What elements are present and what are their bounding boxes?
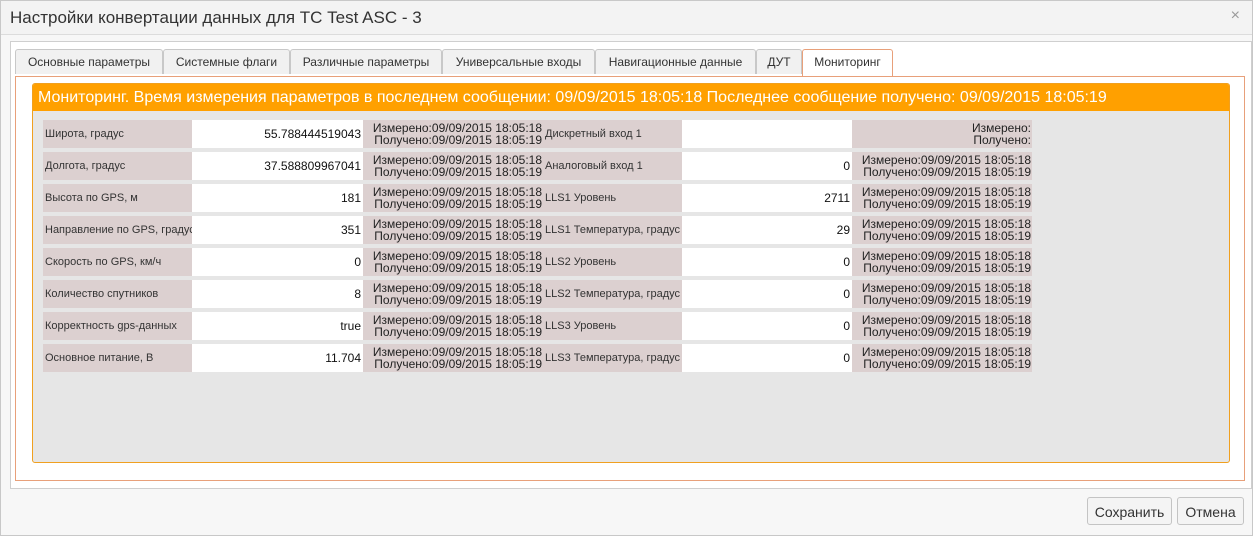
dialog-body: Основные параметры Системные флаги Разли… bbox=[10, 41, 1252, 489]
received-time: Получено:09/09/2015 18:05:19 bbox=[863, 261, 1031, 275]
param-timestamps: Измерено:09/09/2015 18:05:18 Получено:09/… bbox=[852, 280, 1032, 308]
tab-basic-params[interactable]: Основные параметры bbox=[15, 49, 163, 74]
received-time: Получено:09/09/2015 18:05:19 bbox=[374, 325, 542, 339]
param-value: 0 bbox=[682, 152, 852, 180]
param-label: Корректность gps-данных bbox=[43, 312, 192, 340]
param-value: 2711 bbox=[682, 184, 852, 212]
param-value: 181 bbox=[192, 184, 363, 212]
param-label: Широта, градус bbox=[43, 120, 192, 148]
received-time: Получено:09/09/2015 18:05:19 bbox=[863, 229, 1031, 243]
param-label: Количество спутников bbox=[43, 280, 192, 308]
param-label: Высота по GPS, м bbox=[43, 184, 192, 212]
param-timestamps: Измерено:09/09/2015 18:05:18 Получено:09/… bbox=[363, 248, 543, 276]
received-time: Получено:09/09/2015 18:05:19 bbox=[863, 165, 1031, 179]
param-label: LLS2 Уровень bbox=[543, 248, 682, 276]
param-timestamps: Измерено:09/09/2015 18:05:18 Получено:09/… bbox=[363, 184, 543, 212]
param-label: Основное питание, В bbox=[43, 344, 192, 372]
param-label: Скорость по GPS, км/ч bbox=[43, 248, 192, 276]
tab-navigation-data[interactable]: Навигационные данные bbox=[595, 49, 756, 74]
param-timestamps: Измерено:09/09/2015 18:05:18 Получено:09/… bbox=[852, 216, 1032, 244]
monitoring-header: Мониторинг. Время измерения параметров в… bbox=[33, 84, 1229, 111]
param-label: Дискретный вход 1 bbox=[543, 120, 682, 148]
param-timestamps: Измерено: Получено: bbox=[852, 120, 1032, 148]
param-value: 55.788444519043 bbox=[192, 120, 363, 148]
param-timestamps: Измерено:09/09/2015 18:05:18 Получено:09/… bbox=[363, 312, 543, 340]
received-time: Получено:09/09/2015 18:05:19 bbox=[374, 357, 542, 371]
received-time: Получено:09/09/2015 18:05:19 bbox=[374, 165, 542, 179]
param-value: 0 bbox=[682, 312, 852, 340]
param-label: Направление по GPS, градус bbox=[43, 216, 192, 244]
dialog-title: Настройки конвертации данных для ТС Test… bbox=[10, 8, 422, 27]
param-timestamps: Измерено:09/09/2015 18:05:18 Получено:09/… bbox=[363, 152, 543, 180]
param-value: 0 bbox=[682, 248, 852, 276]
param-value: 37.588809967041 bbox=[192, 152, 363, 180]
tab-universal-inputs[interactable]: Универсальные входы bbox=[442, 49, 595, 74]
param-label: LLS1 Температура, градус bbox=[543, 216, 682, 244]
close-icon[interactable]: × bbox=[1231, 7, 1240, 25]
param-timestamps: Измерено:09/09/2015 18:05:18 Получено:09/… bbox=[852, 152, 1032, 180]
param-label: Долгота, градус bbox=[43, 152, 192, 180]
received-time: Получено:09/09/2015 18:05:19 bbox=[863, 357, 1031, 371]
param-value: 8 bbox=[192, 280, 363, 308]
param-label: LLS3 Уровень bbox=[543, 312, 682, 340]
param-value: 0 bbox=[682, 280, 852, 308]
cancel-button[interactable]: Отмена bbox=[1177, 497, 1244, 525]
param-value: 0 bbox=[192, 248, 363, 276]
param-timestamps: Измерено:09/09/2015 18:05:18 Получено:09/… bbox=[363, 280, 543, 308]
param-timestamps: Измерено:09/09/2015 18:05:18 Получено:09/… bbox=[363, 216, 543, 244]
param-label: Аналоговый вход 1 bbox=[543, 152, 682, 180]
param-label: LLS3 Температура, градус bbox=[543, 344, 682, 372]
settings-dialog: Настройки конвертации данных для ТС Test… bbox=[0, 0, 1253, 536]
received-time: Получено:09/09/2015 18:05:19 bbox=[374, 197, 542, 211]
param-value: 0 bbox=[682, 344, 852, 372]
param-value: true bbox=[192, 312, 363, 340]
param-label: LLS1 Уровень bbox=[543, 184, 682, 212]
received-time: Получено:09/09/2015 18:05:19 bbox=[374, 229, 542, 243]
param-value: 351 bbox=[192, 216, 363, 244]
param-timestamps: Измерено:09/09/2015 18:05:18 Получено:09/… bbox=[363, 120, 543, 148]
param-label: LLS2 Температура, градус bbox=[543, 280, 682, 308]
tab-system-flags[interactable]: Системные флаги bbox=[163, 49, 290, 74]
param-timestamps: Измерено:09/09/2015 18:05:18 Получено:09/… bbox=[363, 344, 543, 372]
dialog-titlebar[interactable]: Настройки конвертации данных для ТС Test… bbox=[1, 1, 1252, 35]
received-time: Получено:09/09/2015 18:05:19 bbox=[863, 325, 1031, 339]
param-timestamps: Измерено:09/09/2015 18:05:18 Получено:09/… bbox=[852, 312, 1032, 340]
monitoring-panel: Мониторинг. Время измерения параметров в… bbox=[32, 83, 1230, 463]
received-time: Получено:09/09/2015 18:05:19 bbox=[374, 133, 542, 147]
tab-monitoring[interactable]: Мониторинг bbox=[802, 49, 893, 77]
param-timestamps: Измерено:09/09/2015 18:05:18 Получено:09/… bbox=[852, 344, 1032, 372]
param-value bbox=[682, 120, 852, 148]
param-value: 29 bbox=[682, 216, 852, 244]
tab-various-params[interactable]: Различные параметры bbox=[290, 49, 442, 74]
tab-panel-monitoring: Мониторинг. Время измерения параметров в… bbox=[15, 76, 1245, 481]
received-time: Получено: bbox=[973, 133, 1031, 147]
received-time: Получено:09/09/2015 18:05:19 bbox=[374, 293, 542, 307]
received-time: Получено:09/09/2015 18:05:19 bbox=[863, 197, 1031, 211]
tab-dut[interactable]: ДУТ bbox=[756, 49, 802, 74]
received-time: Получено:09/09/2015 18:05:19 bbox=[374, 261, 542, 275]
save-button[interactable]: Сохранить bbox=[1087, 497, 1172, 525]
received-time: Получено:09/09/2015 18:05:19 bbox=[863, 293, 1031, 307]
param-timestamps: Измерено:09/09/2015 18:05:18 Получено:09/… bbox=[852, 184, 1032, 212]
param-timestamps: Измерено:09/09/2015 18:05:18 Получено:09/… bbox=[852, 248, 1032, 276]
param-value: 11.704 bbox=[192, 344, 363, 372]
